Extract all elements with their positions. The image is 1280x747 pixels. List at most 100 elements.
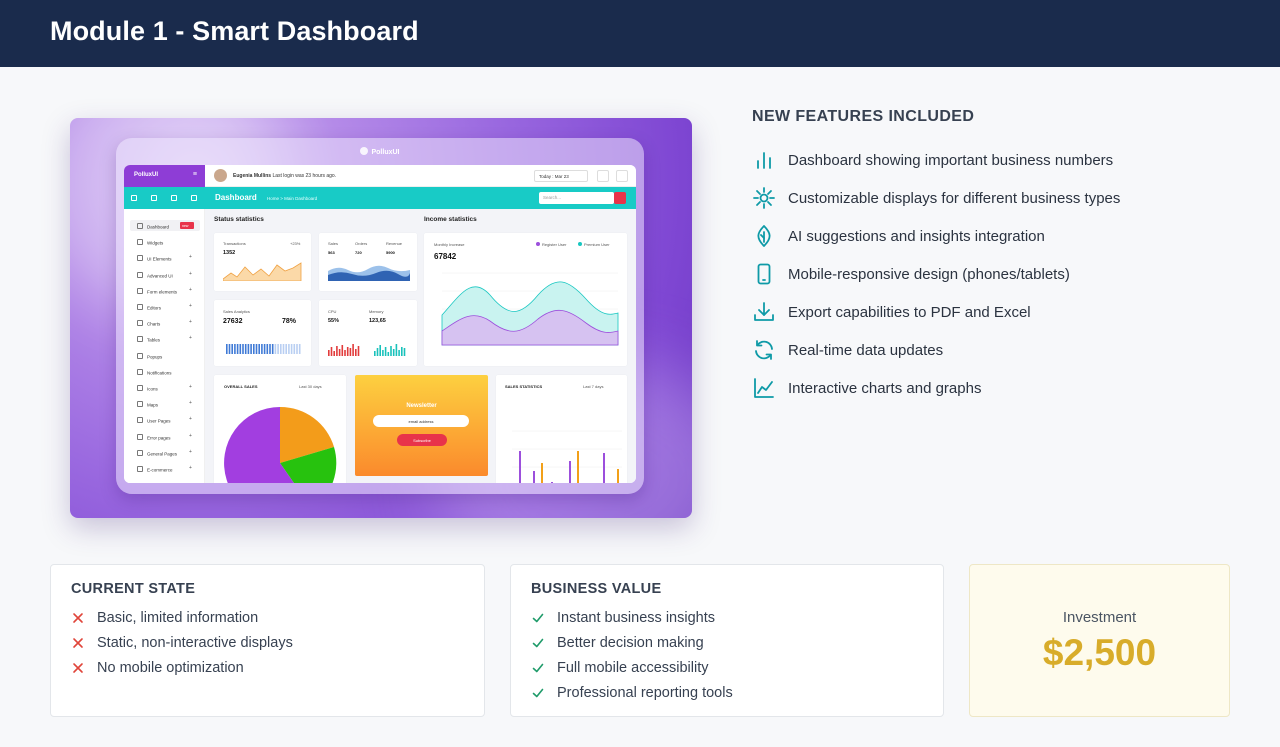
feature-label: Interactive charts and graphs: [788, 380, 982, 397]
preview-user-sub: Last login was 23 hours ago.: [272, 173, 337, 179]
income-value: 67842: [434, 252, 457, 261]
download-icon: [754, 302, 774, 321]
preview-sidebar-item: Advanced UI: [137, 272, 173, 278]
analytics-bar: [271, 344, 274, 354]
cpu-bar: [328, 350, 330, 356]
sales-area-chart: [328, 265, 410, 281]
cross-icon: [73, 663, 83, 673]
preview-sidebar-item: Widgets: [137, 239, 163, 246]
memory-bar: [384, 347, 387, 356]
plus-icon: +: [189, 432, 192, 439]
newsletter-email: email address: [373, 415, 469, 427]
preview-search-icon: [614, 192, 626, 204]
plus-icon: +: [189, 400, 192, 407]
transactions-card: Transactions +23% 1352: [214, 233, 311, 291]
bar-chart-icon: [757, 152, 771, 169]
sales-label: Sales: [328, 241, 339, 246]
sun-gear-icon: [753, 187, 775, 209]
cpu-bar: [352, 344, 354, 356]
analytics-bar: [261, 344, 263, 354]
analytics-bar: [255, 344, 258, 354]
feature-label: Dashboard showing important business num…: [788, 152, 1114, 169]
memory-bar: [379, 345, 381, 356]
income-legend-register-label: Register User: [542, 242, 567, 247]
cpu-card: CPU Memory 55% 123,65: [319, 300, 417, 366]
overall-sales-pie: [224, 406, 337, 483]
newsletter-subscribe: Subscribe: [397, 434, 447, 446]
transactions-label: Transactions: [223, 241, 246, 246]
plus-icon: +: [189, 254, 192, 261]
refresh-icon: [755, 340, 773, 360]
cpu-bar: [346, 347, 349, 356]
check-icon: [532, 688, 544, 698]
memory-bar: [395, 344, 398, 356]
investment-card: Investment $2,500: [969, 564, 1230, 717]
analytics-value: 27632: [223, 318, 243, 325]
preview-app-brand: PolluxUI ≡: [124, 165, 205, 187]
memory-value: 123,65: [369, 318, 386, 324]
current-state-title: CURRENT STATE: [71, 581, 196, 597]
current-state-label: No mobile optimization: [97, 660, 244, 676]
analytics-label: Sales Analytics: [223, 309, 250, 314]
cpu-bar: [357, 346, 360, 356]
analytics-bar: [234, 344, 236, 354]
dashboard-preview-image: PolluxUI PolluxUI ≡ Eugenia Mullins Last…: [70, 118, 692, 518]
analytics-bar: [277, 344, 279, 354]
status-title: Status statistics: [214, 216, 264, 223]
preview-search: Search...: [539, 192, 614, 204]
feature-label: AI suggestions and insights integration: [788, 228, 1045, 245]
newsletter-title: Newsletter: [406, 403, 437, 409]
analytics-bar: [280, 344, 282, 354]
memory-bar: [392, 349, 395, 356]
plus-icon: +: [189, 319, 192, 326]
analytics-bar: [236, 344, 239, 354]
income-label: Monthly Increase: [434, 242, 465, 247]
device-frame: PolluxUI PolluxUI ≡ Eugenia Mullins Last…: [116, 138, 644, 494]
sales-statistics-filter: Last 7 days: [583, 384, 604, 389]
overall-sales-title: OVERALL SALES: [224, 384, 258, 389]
memory-bar: [390, 346, 392, 356]
cpu-bar: [355, 349, 357, 356]
plus-icon: +: [189, 270, 192, 277]
mobile-phone-icon: [757, 263, 771, 285]
feature-label: Mobile-responsive design (phones/tablets…: [788, 266, 1070, 283]
sales-statistics-bar: [603, 453, 605, 483]
sales-statistics-card: SALES STATISTICS Last 7 days: [496, 375, 627, 483]
cross-icon: [73, 638, 83, 648]
menu-icon: ≡: [192, 171, 197, 178]
check-icon: [532, 663, 544, 673]
sales-statistics-bars: [512, 430, 622, 483]
preview-breadcrumb: Home > Main Dashboard: [267, 196, 318, 201]
business-value-label: Instant business insights: [557, 610, 715, 626]
orders-label: Orders: [355, 241, 368, 246]
cpu-label: CPU: [328, 309, 337, 314]
analytics-bar: [298, 344, 301, 354]
preview-sidebar-item: Form elements: [137, 288, 177, 294]
calendar-icon: [171, 195, 177, 201]
preview-app-brand-label: PolluxUI: [134, 172, 159, 178]
preview-brand: PolluxUI: [116, 147, 644, 156]
plus-icon: +: [189, 335, 192, 342]
preview-sidebar-item: Maps: [137, 401, 158, 408]
line-chart-icon: [754, 378, 774, 398]
analytics-bar: [263, 344, 266, 354]
preview-navbar: Dashboard Home > Main Dashboard Search..…: [124, 187, 636, 209]
preview-sidebar-item: UI Elements: [137, 255, 172, 262]
memory-label: Memory: [369, 309, 384, 314]
sales-statistics-bar: [533, 471, 535, 483]
preview-user: Eugenia Mullins Last login was 23 hours …: [233, 173, 336, 179]
preview-sidebar-item: Dashboard: [137, 223, 169, 230]
current-state-label: Static, non-interactive displays: [97, 635, 293, 651]
preview-sidebar-item: Tables: [137, 336, 160, 343]
preview-app: PolluxUI ≡ Eugenia Mullins Last login wa…: [124, 165, 636, 483]
investment-value: $2,500: [1042, 632, 1157, 673]
cpu-bar: [349, 348, 352, 356]
plus-icon: +: [189, 303, 192, 309]
sales-statistics-bar: [617, 469, 619, 483]
plus-icon: +: [189, 384, 192, 390]
memory-bar: [387, 352, 390, 356]
business-value-title: BUSINESS VALUE: [531, 581, 662, 597]
memory-bar: [376, 348, 379, 356]
business-value-label: Better decision making: [557, 635, 704, 651]
ai-leaf-icon: [757, 225, 771, 247]
